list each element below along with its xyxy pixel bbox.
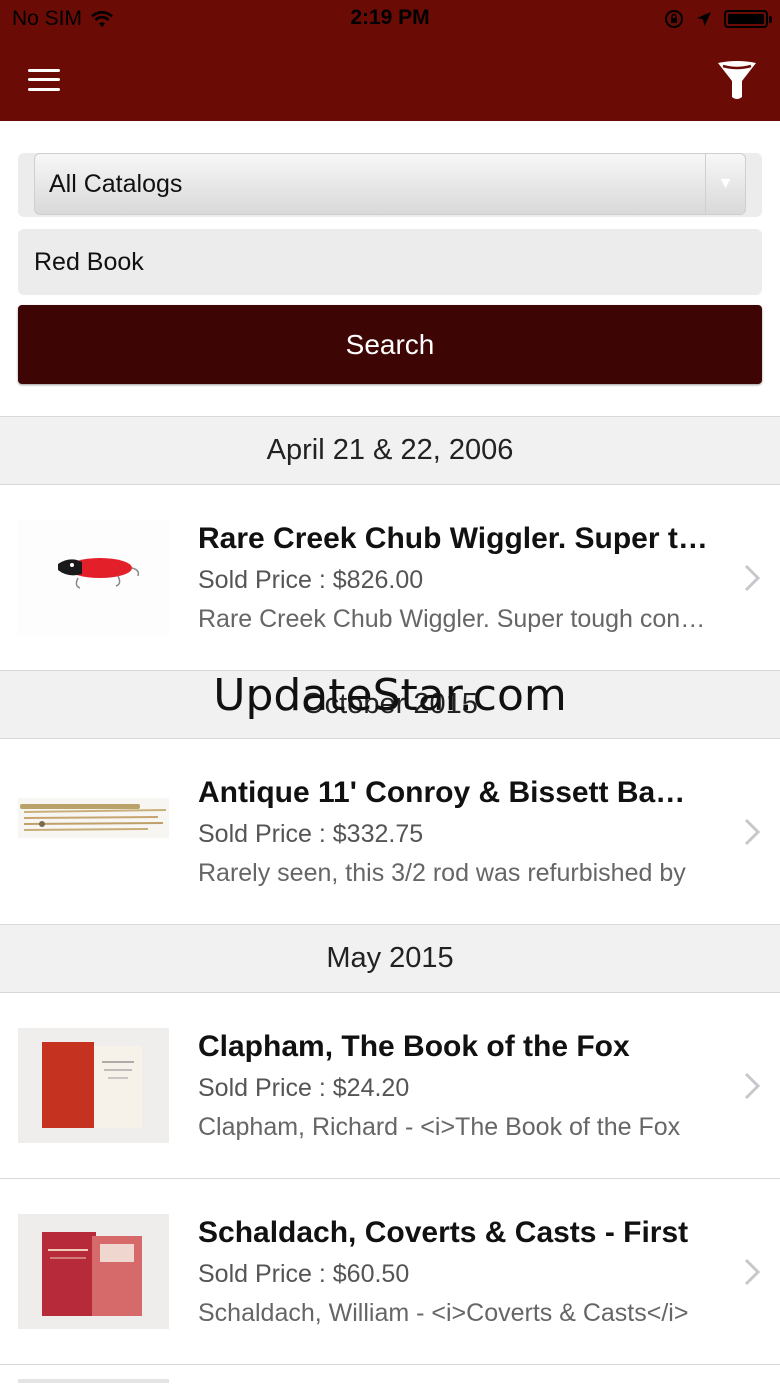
item-text: Schaldach, Coverts & Casts - First Sold … <box>198 1216 708 1328</box>
section-header: April 21 & 22, 2006 <box>0 417 780 485</box>
search-input[interactable]: Red Book <box>18 229 762 295</box>
item-title: Clapham, The Book of the Fox <box>198 1029 630 1063</box>
two-books-image <box>18 1214 169 1329</box>
item-title: Rare Creek Chub Wiggler. Super tough c <box>198 521 708 555</box>
next-list-item-partial <box>0 1365 780 1387</box>
item-price: Sold Price : $60.50 <box>198 1259 410 1288</box>
list-item[interactable]: Schaldach, Coverts & Casts - First Sold … <box>0 1179 780 1365</box>
red-lure-image <box>18 520 169 635</box>
item-description: Rare Creek Chub Wiggler. Super tough con… <box>198 604 708 633</box>
status-time: 2:19 PM <box>350 6 430 29</box>
catalog-select-value: All Catalogs <box>49 169 183 198</box>
list-item[interactable]: Clapham, The Book of the Fox Sold Price … <box>0 993 780 1179</box>
item-text: Clapham, The Book of the Fox Sold Price … <box>198 1030 708 1142</box>
funnel-filter-icon[interactable] <box>716 59 758 101</box>
item-description: Schaldach, William - <i>Coverts & Casts<… <box>198 1298 689 1327</box>
catalog-select-wrap: All Catalogs ▼ <box>18 153 762 217</box>
search-input-value: Red Book <box>34 247 144 276</box>
battery-icon <box>724 10 772 28</box>
hamburger-menu-icon[interactable] <box>28 68 60 91</box>
item-title: Schaldach, Coverts & Casts - First <box>198 1215 689 1249</box>
list-item[interactable]: Rare Creek Chub Wiggler. Super tough c S… <box>0 485 780 671</box>
red-book-image <box>18 1028 169 1143</box>
catalog-select[interactable]: All Catalogs ▼ <box>34 153 746 215</box>
status-bar: No SIM 2:19 PM <box>0 0 780 38</box>
section-header: October 2015 <box>0 671 780 739</box>
item-price: Sold Price : $24.20 <box>198 1073 410 1102</box>
list-item[interactable]: Antique 11' Conroy & Bissett Bamboo Sold… <box>0 739 780 925</box>
item-text: Rare Creek Chub Wiggler. Super tough c S… <box>198 522 708 634</box>
item-price: Sold Price : $332.75 <box>198 819 424 848</box>
nav-bar <box>0 38 780 121</box>
item-description: Clapham, Richard - <i>The Book of the Fo… <box>198 1112 681 1141</box>
chevron-right-icon <box>744 1258 760 1285</box>
item-title: Antique 11' Conroy & Bissett Bamboo <box>198 775 708 809</box>
item-text: Antique 11' Conroy & Bissett Bamboo Sold… <box>198 776 708 888</box>
item-description: Rarely seen, this 3/2 rod was refurbishe… <box>198 858 686 887</box>
fly-rod-image <box>18 774 169 889</box>
chevron-right-icon <box>744 818 760 845</box>
search-button[interactable]: Search <box>18 305 762 384</box>
item-price: Sold Price : $826.00 <box>198 565 424 594</box>
chevron-right-icon <box>744 1072 760 1099</box>
chevron-down-icon: ▼ <box>705 154 745 214</box>
search-panel: All Catalogs ▼ Red Book Search <box>0 121 780 417</box>
chevron-right-icon <box>744 564 760 591</box>
section-header: May 2015 <box>0 925 780 993</box>
battery-fill <box>728 14 764 24</box>
